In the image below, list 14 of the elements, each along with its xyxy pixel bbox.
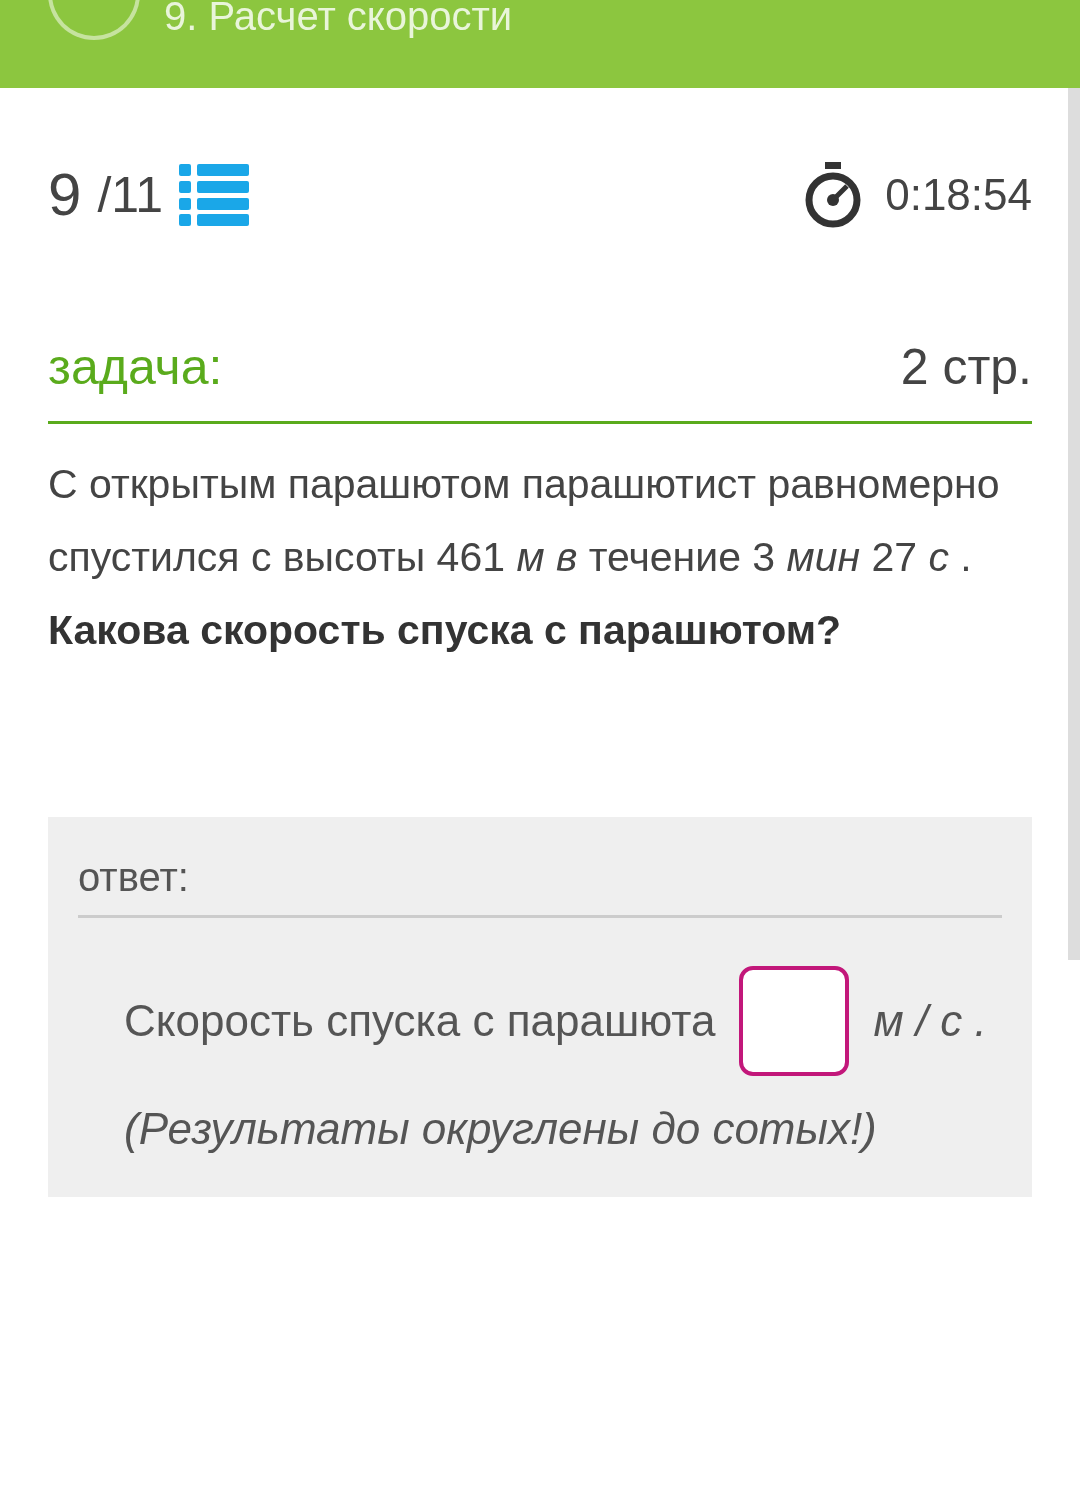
answer-label: ответ: (78, 846, 1002, 918)
answer-prompt: Скорость спуска с парашюта (124, 995, 716, 1048)
timer: 0:18:54 (885, 169, 1032, 221)
unit-label: м / с . (873, 995, 987, 1048)
question-number: 9 (48, 160, 82, 230)
question-total: /11 (97, 165, 164, 225)
page-title: 9. Расчет скорости (164, 0, 513, 40)
section-label: задача: (48, 338, 223, 397)
rounding-note: (Результаты округлены до сотых!) (123, 1102, 878, 1155)
list-icon[interactable] (179, 164, 250, 226)
stopwatch-icon (805, 162, 862, 228)
question-text: С открытым парашютом парашютист равномерно спустился с высоты 461 м в течение 3 мин 27 с . Какова скорость спуска с парашютом? (48, 460, 1001, 655)
points-label: 2 стр. (900, 338, 1032, 397)
answer-field[interactable] (739, 965, 850, 1076)
